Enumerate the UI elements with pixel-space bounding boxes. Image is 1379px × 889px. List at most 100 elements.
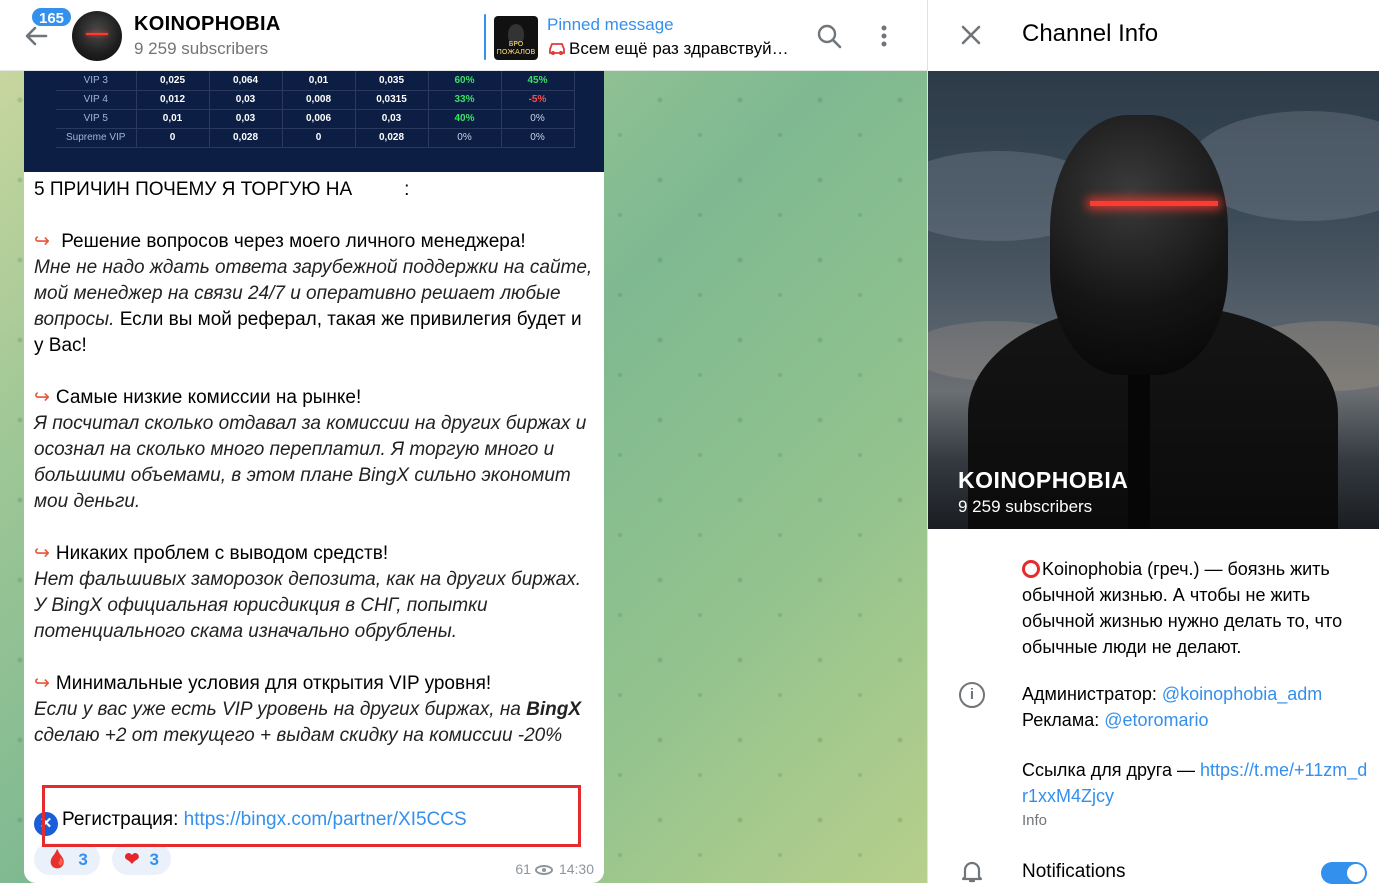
pinned-label: Pinned message	[547, 15, 674, 34]
arrow-icon: ↪	[34, 673, 50, 694]
headline-text: 5 ПРИЧИН ПОЧЕМУ Я ТОРГУЮ НА	[34, 179, 353, 200]
pinned-thumb-text: БРО ПОЖАЛОВ	[496, 40, 536, 56]
hero-subscribers: 9 259 subscribers	[958, 497, 1093, 516]
arrow-icon: ↪	[34, 231, 50, 252]
channel-subscribers: 9 259 subscribers	[134, 39, 269, 58]
red-visor	[1090, 201, 1218, 206]
reactions-row: 🩸 3 ❤ 3	[34, 843, 179, 875]
heart-icon: ❤	[124, 849, 140, 869]
admin-row: Администратор: @koinophobia_adm	[1022, 681, 1322, 707]
reaction-heart-count: 3	[149, 850, 159, 869]
table-cell: 0,025	[136, 71, 210, 91]
table-cell: 0%	[501, 109, 575, 129]
red-circle-icon	[1022, 560, 1040, 578]
description-text: Koinophobia (греч.) — боязнь жить обычно…	[1022, 559, 1343, 657]
table-cell: 33%	[428, 90, 502, 110]
reason-4-title-text: Минимальные условия для открытия VIP уро…	[55, 673, 492, 694]
eye-icon	[534, 865, 553, 875]
table-cell: 0,01	[136, 109, 210, 129]
reason-1-title: ↪ Решение вопросов через моего личного м…	[34, 229, 594, 255]
message-headline: 5 ПРИЧИН ПОЧЕМУ Я ТОРГУЮ НА:	[34, 177, 594, 203]
table-cell: 0,008	[282, 90, 356, 110]
reaction-fire[interactable]: 🩸 3	[34, 843, 100, 875]
reason-1-body-plain: Если вы мой реферал, такая же привилегия…	[34, 309, 582, 356]
table-cell: 0,01	[282, 71, 356, 91]
table-cell: 0,03	[209, 90, 283, 110]
hero-channel-name: KOINOPHOBIA	[958, 467, 1129, 493]
reason-4-body: Если у вас уже есть VIP уровень на други…	[34, 697, 594, 749]
headline-suffix: :	[404, 179, 410, 200]
channel-info-pane: Channel Info KOINOPHOBIA 9 259 subscribe…	[927, 0, 1379, 884]
close-icon[interactable]	[956, 20, 986, 50]
table-cell: 0,035	[355, 71, 429, 91]
table-cell: 0,028	[355, 128, 429, 148]
table-cell: 0,0315	[355, 90, 429, 110]
reason-2-title: ↪ Самые низкие комиссии на рынке!	[34, 385, 594, 411]
reason-4-body-pre: Если у вас уже есть VIP уровень на други…	[34, 699, 527, 720]
channel-profile-photo[interactable]: KOINOPHOBIA 9 259 subscribers	[928, 71, 1379, 529]
tier-cell: VIP 5	[56, 109, 137, 129]
pinned-message[interactable]: БРО ПОЖАЛОВ Pinned message Всем ещё раз …	[484, 14, 804, 60]
ads-label: Реклама:	[1022, 710, 1105, 730]
table-row: VIP 3 0,025 0,064 0,01 0,035 60% 45%	[56, 71, 575, 91]
table-cell: -5%	[501, 90, 575, 110]
tier-cell: Supreme VIP	[56, 128, 137, 148]
table-cell: 0%	[428, 128, 502, 148]
channel-avatar[interactable]	[72, 11, 122, 61]
table-cell: 0,03	[209, 109, 283, 129]
pinned-indicator-bar	[484, 14, 486, 60]
table-cell: 60%	[428, 71, 502, 91]
arrow-icon: ↪	[34, 387, 50, 408]
reason-4-body-bold: BingX	[526, 699, 582, 720]
admin-label: Администратор:	[1022, 684, 1162, 704]
info-circle-icon: i	[959, 682, 985, 708]
channel-title[interactable]: KOINOPHOBIA	[134, 13, 281, 36]
figure-head	[1050, 115, 1228, 375]
reason-1-body: Мне не надо ждать ответа зарубежной подд…	[34, 255, 594, 359]
pinned-text: Всем ещё раз здравствуй…	[569, 39, 789, 58]
table-cell: 0%	[501, 128, 575, 148]
message-text: 5 ПРИЧИН ПОЧЕМУ Я ТОРГУЮ НА: ↪ Решение в…	[34, 177, 594, 749]
table-row: VIP 4 0,012 0,03 0,008 0,0315 33% -5%	[56, 90, 575, 110]
friend-label: Ссылка для друга —	[1022, 760, 1200, 780]
message-meta: 61 14:30	[515, 861, 594, 877]
reason-2-body: Я посчитал сколько отдавал за комиссии н…	[34, 413, 587, 512]
ads-link[interactable]: @etoromario	[1104, 710, 1208, 730]
registration-highlight-box	[42, 785, 581, 847]
bell-icon	[959, 858, 985, 884]
channel-description: Koinophobia (греч.) — боязнь жить обычно…	[1022, 556, 1370, 660]
reason-3-title-text: Никаких проблем с выводом средств!	[55, 543, 389, 564]
chat-pane: 165 KOINOPHOBIA 9 259 subscribers БРО ПО…	[0, 0, 927, 883]
table-cell: 0,028	[209, 128, 283, 148]
notifications-toggle[interactable]	[1321, 862, 1367, 884]
admin-link[interactable]: @koinophobia_adm	[1162, 684, 1322, 704]
reason-4-title: ↪ Минимальные условия для открытия VIP ур…	[34, 671, 594, 697]
reason-1-title-text: Решение вопросов через моего личного мен…	[61, 231, 526, 252]
table-cell: 0,012	[136, 90, 210, 110]
tier-cell: VIP 4	[56, 90, 137, 110]
more-vertical-icon[interactable]	[872, 22, 896, 50]
info-header: Channel Info	[928, 0, 1379, 71]
reason-2-title-text: Самые низкие комиссии на рынке!	[55, 387, 362, 408]
tier-cell: VIP 3	[56, 71, 137, 91]
info-caption: Info	[1022, 812, 1048, 829]
reaction-fire-count: 3	[78, 850, 88, 869]
table-cell: 40%	[428, 109, 502, 129]
table-row: Supreme VIP 0 0,028 0 0,028 0% 0%	[56, 128, 575, 148]
table-cell: 0,006	[282, 109, 356, 129]
reason-3-title: ↪ Никаких проблем с выводом средств!	[34, 541, 594, 567]
message-bubble[interactable]: VIP 3 0,025 0,064 0,01 0,035 60% 45% VIP…	[24, 71, 604, 883]
vip-tier-table: VIP 3 0,025 0,064 0,01 0,035 60% 45% VIP…	[56, 71, 575, 148]
notifications-label: Notifications	[1022, 861, 1126, 882]
table-cell: 0	[136, 128, 210, 148]
fire-icon: 🩸	[46, 849, 69, 869]
table-row: VIP 5 0,01 0,03 0,006 0,03 40% 0%	[56, 109, 575, 129]
car-emoji-icon	[549, 43, 565, 55]
search-icon[interactable]	[815, 22, 843, 50]
reason-4-body-post: сделаю +2 от текущего + выдам скидку на …	[34, 725, 563, 746]
admin-contacts: Администратор: @koinophobia_adm Реклама:…	[1022, 681, 1322, 733]
pinned-text-row: Всем ещё раз здравствуй…	[547, 39, 789, 59]
table-cell: 45%	[501, 71, 575, 91]
reaction-heart[interactable]: ❤ 3	[112, 843, 171, 875]
friend-link-row: Ссылка для друга — https://t.me/+11zm_dr…	[1022, 757, 1370, 809]
